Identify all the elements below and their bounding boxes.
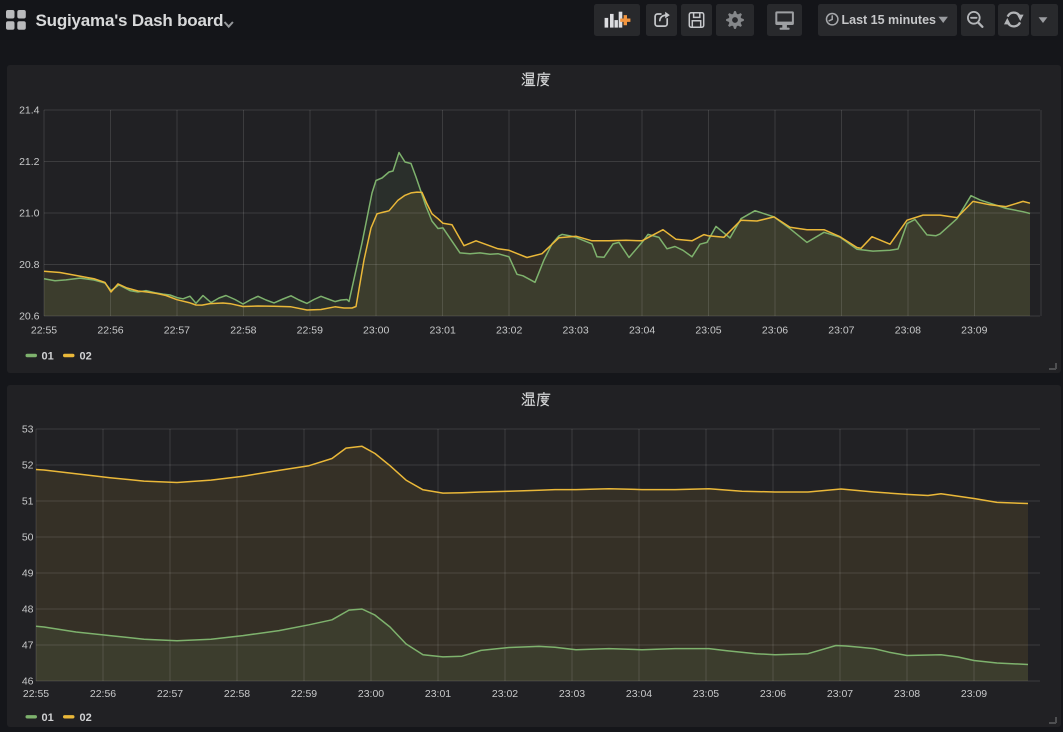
svg-text:22:55: 22:55 [23,688,49,700]
svg-text:23:06: 23:06 [762,325,788,337]
svg-text:20.8: 20.8 [19,259,40,271]
svg-text:01: 01 [42,712,54,724]
svg-text:23:00: 23:00 [363,325,389,337]
svg-text:23:08: 23:08 [895,325,921,337]
svg-text:21.4: 21.4 [19,105,40,117]
svg-text:22:57: 22:57 [164,325,190,337]
svg-text:23:07: 23:07 [827,688,853,700]
svg-text:23:08: 23:08 [894,688,920,700]
svg-text:52: 52 [22,460,34,472]
svg-text:Last 15 minutes: Last 15 minutes [842,13,937,27]
svg-text:23:03: 23:03 [562,325,588,337]
svg-text:22:58: 22:58 [230,325,256,337]
svg-text:23:01: 23:01 [430,325,456,337]
svg-text:23:07: 23:07 [828,325,854,337]
svg-text:23:05: 23:05 [693,688,719,700]
svg-text:02: 02 [80,351,92,363]
svg-text:22:59: 22:59 [297,325,323,337]
svg-text:49: 49 [22,568,34,580]
svg-text:22:57: 22:57 [157,688,183,700]
svg-text:23:05: 23:05 [695,325,721,337]
svg-text:22:56: 22:56 [97,325,123,337]
svg-text:21.2: 21.2 [19,156,40,168]
svg-text:23:02: 23:02 [492,688,518,700]
svg-text:51: 51 [22,496,34,508]
svg-text:50: 50 [22,532,34,544]
svg-text:22:58: 22:58 [224,688,250,700]
svg-text:22:56: 22:56 [90,688,116,700]
svg-text:47: 47 [22,640,34,652]
svg-text:20.6: 20.6 [19,311,40,323]
svg-text:23:02: 23:02 [496,325,522,337]
svg-text:23:00: 23:00 [358,688,384,700]
svg-text:22:59: 22:59 [291,688,317,700]
svg-text:23:09: 23:09 [961,688,987,700]
svg-text:21.0: 21.0 [19,208,40,220]
svg-text:46: 46 [22,676,34,688]
svg-text:23:09: 23:09 [961,325,987,337]
svg-text:01: 01 [42,351,54,363]
svg-text:02: 02 [80,712,92,724]
svg-text:23:01: 23:01 [425,688,451,700]
svg-text:22:55: 22:55 [31,325,57,337]
svg-text:Sugiyama's Dash board: Sugiyama's Dash board [36,11,224,30]
svg-text:23:06: 23:06 [760,688,786,700]
svg-text:23:04: 23:04 [629,325,655,337]
svg-text:53: 53 [22,424,34,436]
svg-text:23:03: 23:03 [559,688,585,700]
svg-text:48: 48 [22,604,34,616]
svg-text:23:04: 23:04 [626,688,652,700]
